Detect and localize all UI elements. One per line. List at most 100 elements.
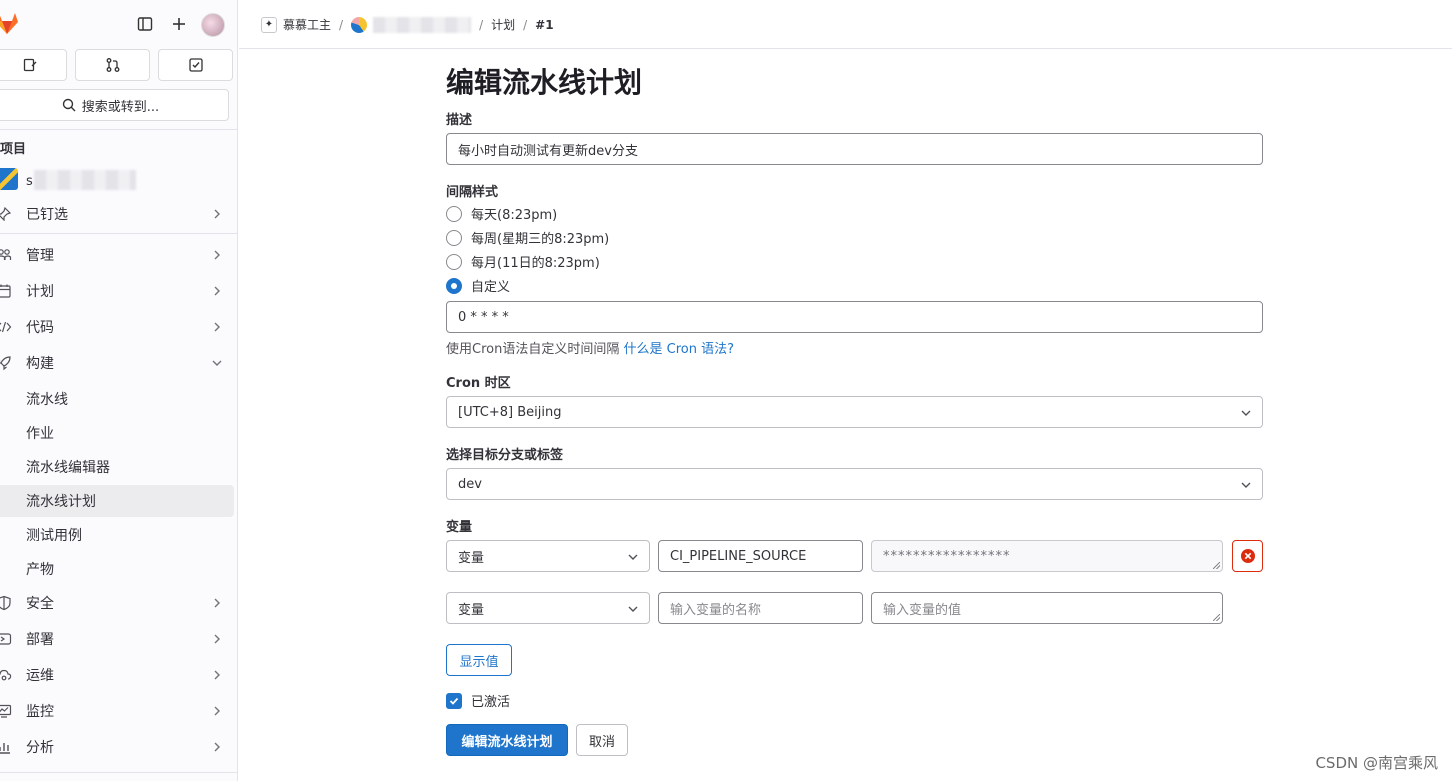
breadcrumb-current[interactable]: #1 <box>535 18 553 32</box>
top-bar: ✦ 慕慕工主 / / 计划 / #1 <box>239 0 1452 49</box>
sidebar-subitem-artifacts[interactable]: 产物 <box>0 553 234 585</box>
todos-button[interactable] <box>158 49 233 81</box>
sidebar-subitem-pipeline-schedules[interactable]: 流水线计划 <box>0 485 234 517</box>
todo-checkbox-icon <box>188 58 203 72</box>
rocket-icon <box>0 354 13 372</box>
chevron-down-icon <box>628 606 638 612</box>
activated-checkbox[interactable] <box>446 692 462 709</box>
sidebar-item-label: 分析 <box>26 740 54 756</box>
chevron-right-icon <box>214 706 220 716</box>
variable-type-dropdown[interactable]: 变量 <box>446 592 650 624</box>
current-project[interactable]: s <box>0 166 237 196</box>
sidebar-item-operate[interactable]: 运维 <box>0 659 234 691</box>
sidebar-subitem-test-cases[interactable]: 测试用例 <box>0 519 234 551</box>
branch-value: dev <box>458 476 482 492</box>
sidebar-subitem-label: 作业 <box>26 426 54 442</box>
variable-value-input[interactable]: 输入变量的值 <box>871 592 1223 624</box>
chevron-down-icon <box>628 554 638 560</box>
interval-option-daily[interactable]: 每天(8:23pm) <box>446 204 557 223</box>
sidebar-subitem-pipeline-editor[interactable]: 流水线编辑器 <box>0 451 234 483</box>
sidebar: 搜索或转到... 项目 s 已钉选 管理 计划 代码 构建 流水线 作业 流水线… <box>0 0 238 781</box>
sidebar-item-monitor[interactable]: 监控 <box>0 695 234 727</box>
sidebar-subitem-jobs[interactable]: 作业 <box>0 417 234 449</box>
chevron-down-icon <box>1241 482 1251 488</box>
sidebar-header <box>0 0 237 48</box>
sidebar-item-label: 部署 <box>26 632 54 648</box>
deploy-icon <box>0 630 13 648</box>
quick-actions <box>0 49 233 81</box>
radio-button-checked[interactable] <box>446 277 462 294</box>
search-button[interactable]: 搜索或转到... <box>0 89 229 121</box>
interval-option-monthly[interactable]: 每月(11日的8:23pm) <box>446 252 600 271</box>
sidebar-item-pinned[interactable]: 已钉选 <box>0 198 234 230</box>
pin-icon <box>0 205 13 223</box>
sidebar-item-label: 运维 <box>26 668 54 684</box>
variables-label: 变量 <box>446 520 473 535</box>
radio-label: 自定义 <box>471 280 511 295</box>
sidebar-subitem-pipelines[interactable]: 流水线 <box>0 383 234 415</box>
redacted-project-crumb[interactable] <box>373 16 472 33</box>
sidebar-item-code[interactable]: 代码 <box>0 311 234 343</box>
timezone-label: Cron 时区 <box>446 376 511 391</box>
interval-option-weekly[interactable]: 每周(星期三的8:23pm) <box>446 228 609 247</box>
cron-input[interactable]: 0 * * * * <box>446 301 1263 333</box>
create-new-icon[interactable] <box>168 13 190 35</box>
remove-variable-button[interactable] <box>1232 540 1263 572</box>
radio-button[interactable] <box>446 229 462 246</box>
variable-key-input[interactable]: CI_PIPELINE_SOURCE <box>658 540 863 572</box>
issues-button[interactable] <box>0 49 67 81</box>
chevron-right-icon <box>214 598 220 608</box>
variable-value-placeholder: 输入变量的值 <box>883 602 962 618</box>
variable-value-input[interactable]: ***************** <box>871 540 1223 572</box>
activated-checkbox-row[interactable]: 已激活 <box>446 691 510 710</box>
description-input[interactable]: 每小时自动测试有更新dev分支 <box>446 133 1263 165</box>
interval-option-custom[interactable]: 自定义 <box>446 276 510 295</box>
checkmark-icon <box>449 697 459 705</box>
chevron-right-icon <box>214 209 220 219</box>
sidebar-item-secure[interactable]: 安全 <box>0 587 234 619</box>
radio-button[interactable] <box>446 205 462 222</box>
resize-handle[interactable] <box>1213 614 1220 621</box>
divider <box>0 129 237 130</box>
submit-button[interactable]: 编辑流水线计划 <box>446 724 568 756</box>
sidebar-subitem-label: 流水线计划 <box>26 494 96 510</box>
redacted-project-name <box>34 170 136 190</box>
chevron-right-icon <box>214 250 220 260</box>
masked-value: ***************** <box>883 548 1011 564</box>
cancel-button[interactable]: 取消 <box>576 724 628 756</box>
section-heading: 项目 <box>0 142 27 157</box>
search-label: 搜索或转到... <box>81 99 160 115</box>
sidebar-item-analyze[interactable]: 分析 <box>0 731 234 763</box>
user-avatar[interactable] <box>201 13 225 37</box>
sidebar-subitem-label: 产物 <box>26 562 54 578</box>
cron-help-text: 使用Cron语法自定义时间间隔 <box>446 342 620 357</box>
sidebar-toggle-icon[interactable] <box>134 13 156 35</box>
chevron-right-icon <box>214 742 220 752</box>
sidebar-item-manage[interactable]: 管理 <box>0 239 234 271</box>
sidebar-item-plan[interactable]: 计划 <box>0 275 234 307</box>
sidebar-item-deploy[interactable]: 部署 <box>0 623 234 655</box>
remove-icon <box>1240 549 1255 563</box>
branch-dropdown[interactable]: dev <box>446 468 1263 500</box>
chevron-down-icon <box>212 360 222 366</box>
breadcrumb: ✦ 慕慕工主 / / 计划 / #1 <box>261 16 554 33</box>
chevron-down-icon <box>1241 410 1251 416</box>
shield-icon <box>0 594 13 612</box>
code-icon <box>0 318 13 336</box>
sidebar-item-build[interactable]: 构建 <box>0 347 234 379</box>
activated-label: 已激活 <box>471 695 511 710</box>
resize-handle[interactable] <box>1213 562 1220 569</box>
project-avatar <box>0 168 18 190</box>
branch-label: 选择目标分支或标签 <box>446 448 564 463</box>
variable-type-dropdown[interactable]: 变量 <box>446 540 650 572</box>
radio-button[interactable] <box>446 253 462 270</box>
variable-key-input[interactable]: 输入变量的名称 <box>658 592 863 624</box>
timezone-dropdown[interactable]: [UTC+8] Beijing <box>446 396 1263 428</box>
calendar-icon <box>0 282 13 300</box>
breadcrumb-section[interactable]: 计划 <box>491 16 515 33</box>
breadcrumb-group[interactable]: 慕慕工主 <box>283 16 331 33</box>
cron-help-link[interactable]: 什么是 Cron 语法? <box>623 342 734 357</box>
reveal-values-button[interactable]: 显示值 <box>446 644 512 676</box>
merge-requests-button[interactable] <box>75 49 150 81</box>
gitlab-logo-icon[interactable] <box>0 10 20 36</box>
